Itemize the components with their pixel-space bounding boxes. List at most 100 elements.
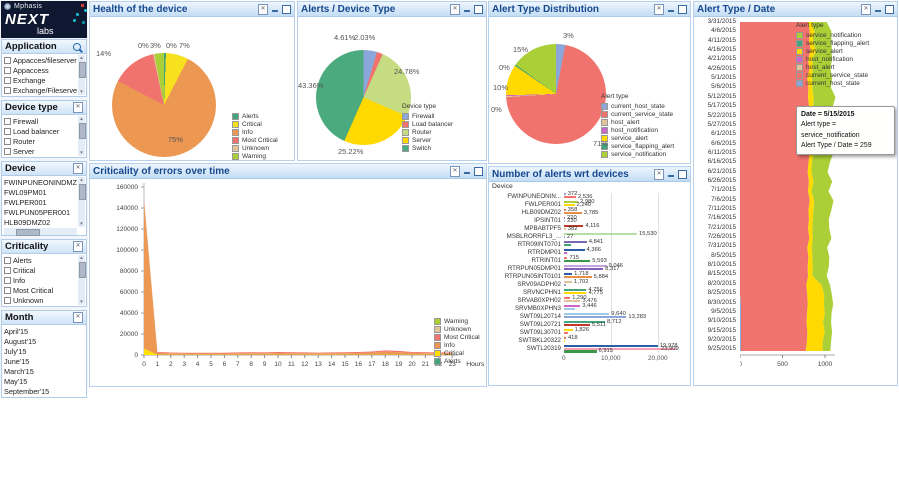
maximize-icon[interactable]	[678, 4, 687, 14]
maximize-icon[interactable]	[474, 4, 483, 14]
health-pie-chart[interactable]	[112, 53, 216, 157]
bar[interactable]	[564, 283, 566, 286]
list-item[interactable]: July'15	[4, 346, 77, 356]
bar[interactable]	[564, 233, 637, 236]
list-item[interactable]: April'15	[4, 326, 77, 336]
clear-icon[interactable]	[73, 312, 83, 323]
bar[interactable]	[564, 243, 571, 246]
clear-icon[interactable]	[73, 241, 83, 252]
list-item[interactable]: August'15	[4, 336, 77, 346]
list-item[interactable]: Exchange	[4, 75, 77, 85]
list-item[interactable]: September'15	[4, 386, 77, 396]
checkbox[interactable]	[4, 86, 11, 94]
select-alternate-state-icon[interactable]	[258, 3, 268, 15]
list-item[interactable]: Appacces/fileserver	[4, 55, 77, 65]
minimize-icon[interactable]	[667, 170, 675, 178]
checkbox[interactable]	[4, 256, 11, 264]
checkbox[interactable]	[4, 117, 11, 125]
checkbox[interactable]	[4, 66, 11, 74]
list-item[interactable]: Info	[4, 275, 77, 285]
minimize-icon[interactable]	[463, 5, 471, 13]
bar[interactable]	[564, 267, 604, 270]
select-alternate-state-icon[interactable]	[450, 3, 460, 15]
scroll-up-icon[interactable]: ▲	[78, 116, 85, 122]
scroll-down-icon[interactable]: ▼	[78, 221, 85, 227]
checkbox[interactable]	[4, 276, 11, 284]
scrollbar-thumb[interactable]	[79, 262, 86, 278]
minimize-icon[interactable]	[271, 5, 279, 13]
checkbox[interactable]	[4, 266, 11, 274]
list-item[interactable]: HLB09DMZ02	[4, 217, 77, 227]
maximize-icon[interactable]	[678, 169, 687, 179]
scroll-up-icon[interactable]: ▲	[78, 177, 85, 183]
alerts-bar-chart[interactable]: Device FWINPUNEONIN... 372 2,536 FWLPER001 2…	[489, 182, 690, 385]
list-item[interactable]: Appaccess	[4, 65, 77, 75]
scroll-down-icon[interactable]: ▼	[78, 150, 85, 156]
list-item[interactable]: FWL09PM01	[4, 187, 77, 197]
horizontal-scrollbar[interactable]	[4, 228, 77, 236]
search-icon[interactable]	[73, 42, 81, 51]
list-item[interactable]: FWLPER001	[4, 197, 77, 207]
bar[interactable]	[564, 350, 597, 353]
minimize-icon[interactable]	[463, 167, 471, 175]
bar[interactable]	[564, 227, 566, 230]
list-item[interactable]: Critical	[4, 265, 77, 275]
bar[interactable]	[564, 307, 576, 310]
scrollbar-thumb[interactable]	[79, 62, 86, 78]
list-item[interactable]: Load balancer	[4, 126, 77, 136]
maximize-icon[interactable]	[282, 4, 291, 14]
bar[interactable]	[564, 315, 627, 318]
list-item[interactable]: May'15	[4, 376, 77, 386]
bar[interactable]	[564, 275, 592, 278]
maximize-icon[interactable]	[474, 166, 483, 176]
checkbox[interactable]	[4, 286, 11, 294]
alert-type-pie-chart[interactable]	[506, 44, 606, 144]
select-alternate-state-icon[interactable]	[654, 168, 664, 180]
select-alternate-state-icon[interactable]	[654, 3, 664, 15]
scroll-down-icon[interactable]: ▼	[78, 299, 85, 305]
checkbox[interactable]	[4, 296, 11, 304]
device-type-pie-chart[interactable]	[316, 50, 411, 145]
bar[interactable]	[564, 235, 565, 238]
clear-icon[interactable]	[73, 163, 83, 174]
checkbox[interactable]	[4, 76, 11, 84]
criticality-area-chart[interactable]: 0 20000 40000 60000 80000 100000 120000 140000 1…	[102, 181, 486, 377]
list-item[interactable]: FWLPUN05PER001	[4, 207, 77, 217]
bar[interactable]	[564, 299, 581, 302]
list-item[interactable]: Router	[4, 136, 77, 146]
bar[interactable]	[564, 323, 590, 326]
list-item[interactable]: Server	[4, 146, 77, 156]
vertical-scrollbar[interactable]: ▲ ▼	[78, 177, 86, 227]
clear-icon[interactable]	[73, 102, 83, 113]
bar[interactable]	[564, 259, 591, 262]
minimize-icon[interactable]	[667, 5, 675, 13]
list-item[interactable]: FWINPUNEONINDMZPV	[4, 177, 77, 187]
select-alternate-state-icon[interactable]	[450, 165, 460, 177]
list-item[interactable]: Exchange/Fileserver	[4, 85, 77, 95]
checkbox[interactable]	[4, 56, 11, 64]
scrollbar-thumb[interactable]	[79, 184, 86, 200]
list-item[interactable]: Alerts	[4, 255, 77, 265]
bar[interactable]	[564, 211, 582, 214]
checkbox[interactable]	[4, 137, 11, 145]
bar[interactable]	[564, 331, 568, 334]
bar[interactable]	[564, 219, 566, 222]
vertical-scrollbar[interactable]: ▲ ▼	[78, 55, 86, 95]
list-item[interactable]: June'15	[4, 356, 77, 366]
bar[interactable]	[564, 251, 567, 254]
bar[interactable]	[564, 203, 575, 206]
list-item[interactable]: Unknown	[4, 295, 77, 305]
checkbox[interactable]	[4, 147, 11, 155]
bar[interactable]	[564, 249, 585, 252]
vertical-scrollbar[interactable]: ▲ ▼	[78, 116, 86, 156]
scroll-down-icon[interactable]: ▼	[78, 89, 85, 95]
bar[interactable]	[564, 291, 587, 294]
list-item[interactable]: Firewall	[4, 116, 77, 126]
vertical-scrollbar[interactable]: ▲ ▼	[78, 255, 86, 305]
scrollbar-thumb[interactable]	[16, 229, 40, 236]
bar[interactable]	[564, 195, 576, 198]
scroll-up-icon[interactable]: ▲	[78, 255, 85, 261]
list-item[interactable]: Most Critical	[4, 285, 77, 295]
list-item[interactable]: March'15	[4, 366, 77, 376]
scrollbar-thumb[interactable]	[79, 123, 86, 139]
